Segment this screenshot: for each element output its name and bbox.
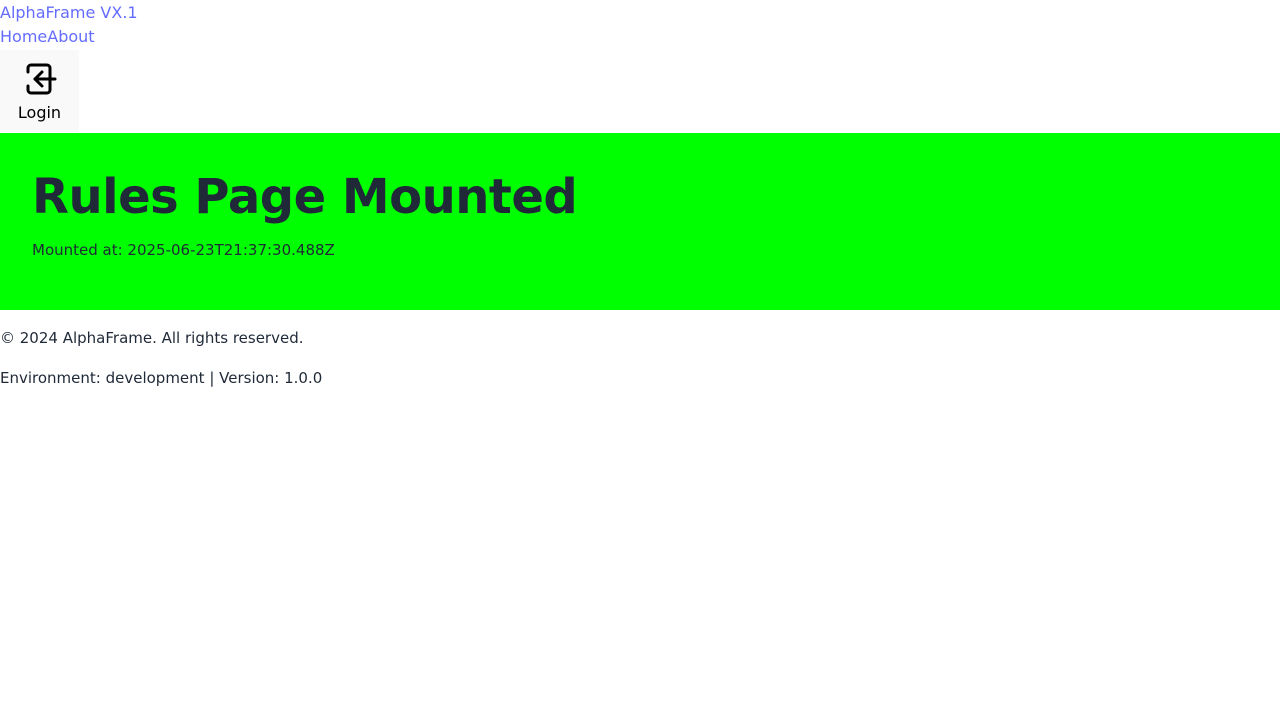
mounted-timestamp: Mounted at: 2025-06-23T21:37:30.488Z [32, 241, 335, 259]
nav-link-home[interactable]: Home [0, 26, 47, 48]
login-button[interactable]: Login [0, 50, 79, 132]
page-title: Rules Page Mounted [32, 169, 578, 225]
login-label: Login [17, 103, 62, 122]
footer-copyright: © 2024 AlphaFrame. All rights reserved. [0, 329, 304, 347]
main-nav: Home About [0, 26, 95, 48]
brand-link[interactable]: AlphaFrame VX.1 [0, 2, 138, 24]
nav-link-about[interactable]: About [47, 26, 94, 48]
app-header: AlphaFrame VX.1 Home About Login [0, 0, 1280, 133]
footer-environment: Environment: development | Version: 1.0.… [0, 369, 323, 387]
login-arrow-icon [26, 63, 56, 95]
